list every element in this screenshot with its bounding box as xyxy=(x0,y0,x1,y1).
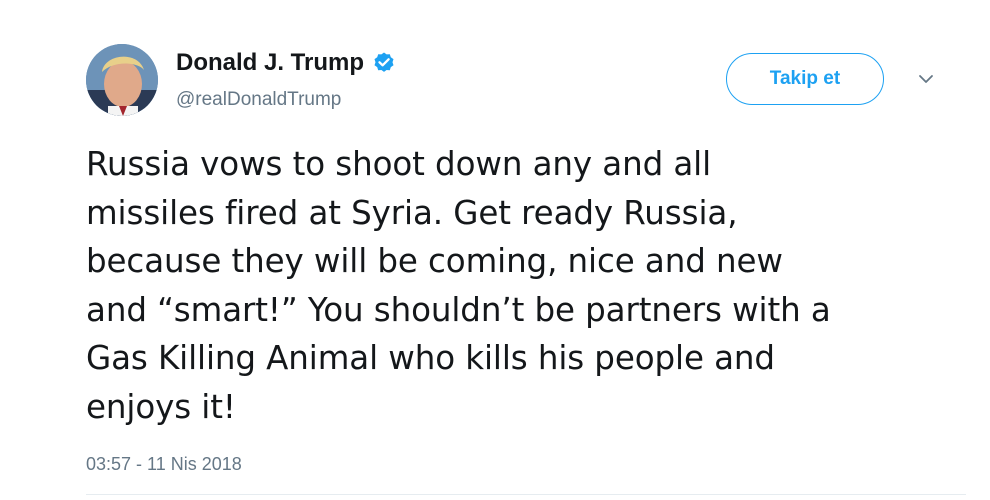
avatar-photo xyxy=(86,44,158,116)
verified-badge-icon xyxy=(372,51,396,75)
tweet-timestamp[interactable]: 03:57 - 11 Nis 2018 xyxy=(86,452,242,476)
tweet-text-line: Russia vows to shoot down any and all xyxy=(86,145,712,183)
tweet-menu-button[interactable] xyxy=(912,68,940,90)
divider xyxy=(86,494,966,495)
author-name-row: Donald J. Trump xyxy=(176,48,396,78)
chevron-down-icon xyxy=(919,75,933,83)
tweet-text-line: and “smart!” You shouldn’t be partners w… xyxy=(86,290,831,329)
follow-button[interactable]: Takip et xyxy=(726,53,884,105)
display-name[interactable]: Donald J. Trump xyxy=(176,48,364,78)
user-handle[interactable]: @realDonaldTrump xyxy=(176,88,341,112)
tweet-text-line: enjoys it! xyxy=(86,387,236,426)
tweet-card: Donald J. Trump @realDonaldTrump Takip e… xyxy=(0,0,990,500)
tweet-text-line: Gas Killing Animal who kills his people … xyxy=(86,339,775,377)
tweet-text-line: because they will be coming, nice and ne… xyxy=(86,242,783,280)
tweet-text: Russia vows to shoot down any and all mi… xyxy=(86,140,966,431)
tweet-text-line: missiles fired at Syria. Get ready Russi… xyxy=(86,193,738,232)
avatar[interactable] xyxy=(86,44,158,116)
